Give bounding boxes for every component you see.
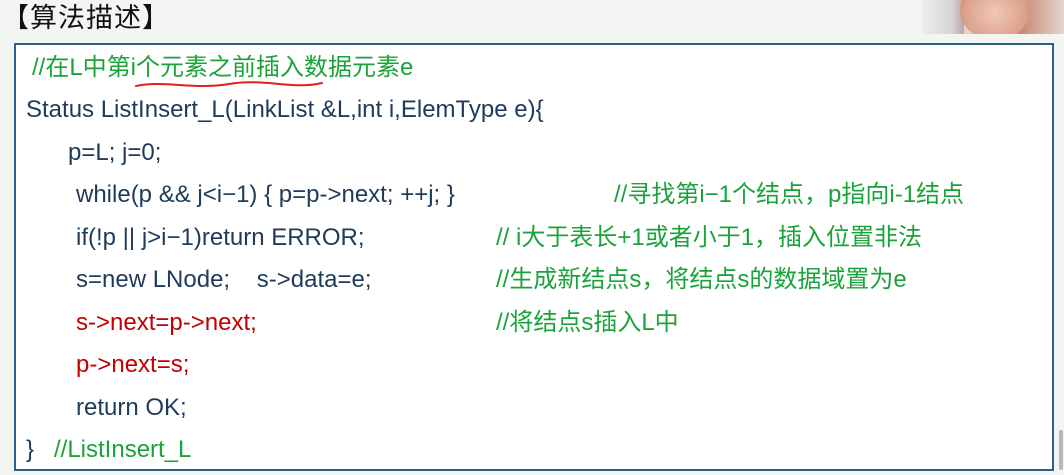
scrollbar-thumb[interactable] xyxy=(1059,430,1063,470)
code-line-link-p: p->next=s; xyxy=(76,351,190,378)
code-block: //在L中第i个元素之前插入数据元素e Status ListInsert_L(… xyxy=(14,43,1054,471)
scrollbar-track[interactable] xyxy=(1058,0,1064,475)
code-line-closing-brace: } xyxy=(26,436,35,463)
webcam-background xyxy=(922,0,964,34)
code-line-if: if(!p || j>i−1)return ERROR; xyxy=(76,224,365,251)
code-comment-if: // i大于表长+1或者小于1，插入位置非法 xyxy=(496,224,923,251)
code-comment-new-node: //生成新结点s，将结点s的数据域置为e xyxy=(496,266,907,293)
code-line-init: p=L; j=0; xyxy=(68,139,162,166)
code-comment-closing: //ListInsert_L xyxy=(54,436,192,463)
code-comment-while: //寻找第i−1个结点，p指向i-1结点 xyxy=(614,181,965,208)
code-line-function-signature: Status ListInsert_L(LinkList &L,int i,El… xyxy=(26,96,544,123)
code-line-while: while(p && j<i−1) { p=p->next; ++j; } xyxy=(76,181,455,208)
code-comment-line-1: //在L中第i个元素之前插入数据元素e xyxy=(32,54,414,81)
code-line-link-next: s->next=p->next; xyxy=(76,309,257,336)
code-line-new-node: s=new LNode; s->data=e; xyxy=(76,266,372,293)
code-line-return: return OK; xyxy=(76,394,187,421)
webcam-face xyxy=(960,0,1030,34)
code-comment-link-next: //将结点s插入L中 xyxy=(496,309,679,336)
section-heading: 【算法描述】 xyxy=(2,3,170,33)
webcam-thumbnail xyxy=(922,0,1064,34)
